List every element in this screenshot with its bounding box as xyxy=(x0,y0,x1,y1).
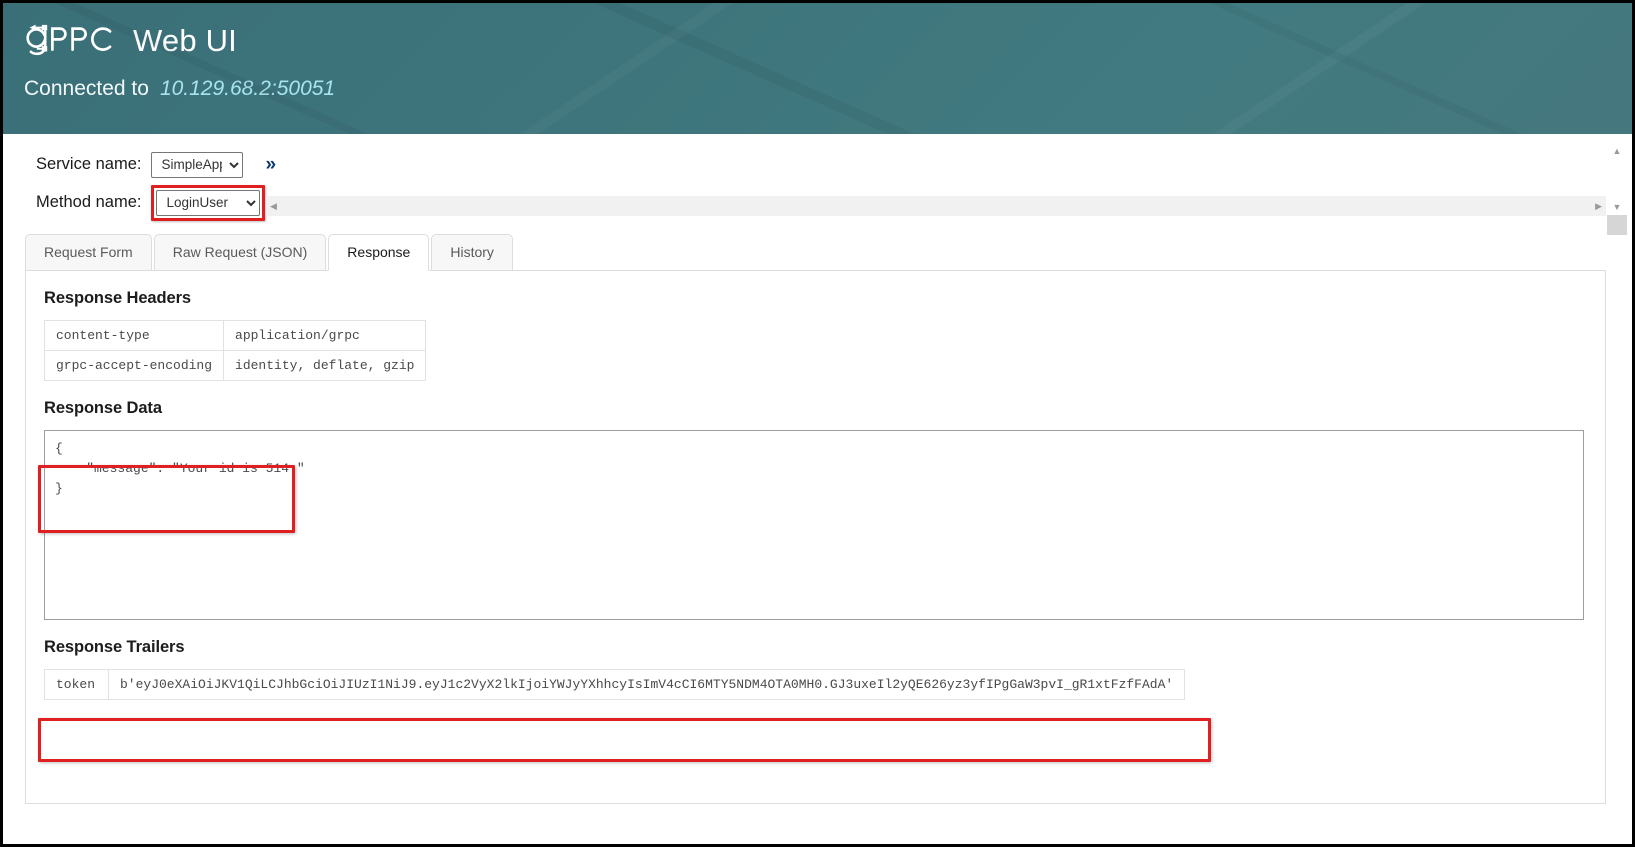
brand: Web UI xyxy=(24,17,237,63)
method-name-label: Method name: xyxy=(36,193,142,211)
tab-request-form[interactable]: Request Form xyxy=(25,234,152,271)
tab-response[interactable]: Response xyxy=(328,234,430,271)
trailer-key: token xyxy=(44,668,109,700)
method-name-select[interactable]: LoginUser xyxy=(156,189,261,216)
connected-label: Connected to xyxy=(24,77,149,100)
table-row: content-type application/grpc xyxy=(43,319,427,351)
trailer-value: b'eyJ0eXAiOiJKV1QiLCJhbGciOiJIUzI1NiJ9.e… xyxy=(107,668,1186,700)
service-row: Service name: SimpleApp » xyxy=(3,148,1632,181)
connected-address: 10.129.68.2:50051 xyxy=(159,77,336,100)
tab-bar: Request Form Raw Request (JSON) Response… xyxy=(25,234,1606,271)
app-title: Web UI xyxy=(133,22,237,58)
selector-area: Service name: SimpleApp » Method name: L… xyxy=(3,134,1632,235)
grpc-logo-icon xyxy=(24,17,120,63)
header-value: identity, deflate, gzip xyxy=(223,349,427,381)
vertical-scrollbar-thumb[interactable] xyxy=(1607,215,1627,235)
vertical-scrollbar[interactable]: ▲ ▼ xyxy=(1607,144,1627,215)
response-trailers-title: Response Trailers xyxy=(44,637,185,656)
header-value: application/grpc xyxy=(223,319,427,351)
connection-status: Connected to 10.129.68.2:50051 xyxy=(24,77,335,101)
response-trailers-table: token b'eyJ0eXAiOiJKV1QiLCJhbGciOiJIUzI1… xyxy=(44,668,1186,700)
response-headers-table: content-type application/grpc grpc-accep… xyxy=(43,319,427,381)
table-row: token b'eyJ0eXAiOiJKV1QiLCJhbGciOiJIUzI1… xyxy=(44,668,1186,700)
table-row: grpc-accept-encoding identity, deflate, … xyxy=(43,349,427,381)
method-select-highlight: LoginUser xyxy=(151,184,266,221)
triangle-down-icon[interactable]: ▼ xyxy=(1613,203,1622,212)
triangle-up-icon[interactable]: ▲ xyxy=(1613,147,1622,156)
response-headers-title: Response Headers xyxy=(44,288,191,307)
tab-history[interactable]: History xyxy=(431,234,513,271)
service-name-select[interactable]: SimpleApp xyxy=(151,151,244,178)
horizontal-scrollbar[interactable]: ◀ ▶ xyxy=(266,196,1606,216)
double-chevron-right-icon[interactable]: » xyxy=(265,155,276,174)
app-header: Web UI Connected to 10.129.68.2:50051 xyxy=(3,3,1632,134)
tab-bar-wrap: Request Form Raw Request (JSON) Response… xyxy=(3,234,1632,271)
triangle-right-icon[interactable]: ▶ xyxy=(1595,201,1602,211)
header-key: grpc-accept-encoding xyxy=(43,349,225,381)
tab-raw-request-json[interactable]: Raw Request (JSON) xyxy=(153,234,327,271)
app-window: Web UI Connected to 10.129.68.2:50051 Se… xyxy=(0,0,1635,847)
header-key: content-type xyxy=(43,319,225,351)
service-name-label: Service name: xyxy=(36,155,142,173)
triangle-left-icon[interactable]: ◀ xyxy=(270,201,277,211)
response-data-title: Response Data xyxy=(44,398,162,417)
response-panel: Response Headers content-type applicatio… xyxy=(25,269,1606,804)
response-data-textarea[interactable]: { "message": "Your id is 514." } xyxy=(44,429,1584,620)
response-trailers-wrap: token b'eyJ0eXAiOiJKV1QiLCJhbGciOiJIUzI1… xyxy=(44,668,1587,700)
